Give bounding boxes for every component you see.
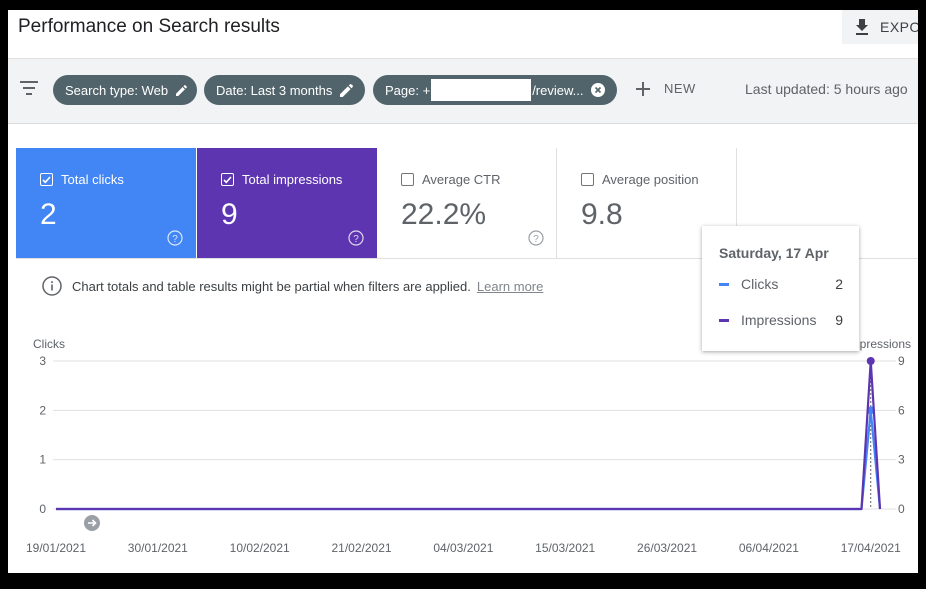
export-button[interactable]: EXPO — [842, 10, 918, 44]
page-title: Performance on Search results — [18, 16, 280, 37]
checkbox-unchecked-icon[interactable] — [581, 173, 594, 186]
y-right-tick-label: 0 — [898, 502, 905, 516]
metric-label: Average position — [602, 172, 699, 187]
filter-icon[interactable] — [20, 81, 38, 95]
notice-text: Chart totals and table results might be … — [72, 278, 471, 294]
partial-results-notice: Chart totals and table results might be … — [42, 276, 543, 296]
chip-label: Search type: Web — [65, 82, 169, 98]
info-icon — [42, 276, 62, 296]
chip-label-suffix: /review... — [532, 82, 584, 98]
y-right-tick-label: 9 — [898, 354, 905, 368]
tooltip-series-name: Clicks — [741, 276, 779, 292]
x-tick-label: 21/02/2021 — [331, 541, 391, 555]
y-left-tick-label: 1 — [39, 453, 46, 467]
x-tick-label: 06/04/2021 — [739, 541, 799, 555]
y-right-tick-label: 3 — [898, 453, 905, 467]
y-right-tick-label: 6 — [898, 403, 905, 417]
chip-label-prefix: Page: + — [385, 82, 431, 98]
help-icon[interactable]: ? — [528, 230, 544, 246]
export-label: EXPO — [880, 19, 918, 35]
metric-label-row: Average CTR — [401, 172, 501, 187]
y-left-tick-label: 0 — [39, 502, 46, 516]
new-filter-button[interactable]: NEW — [636, 81, 696, 96]
metric-card-average-ctr[interactable]: Average CTR 22.2% ? — [377, 148, 557, 258]
download-icon — [856, 19, 868, 35]
metric-card-total-impressions[interactable]: Total impressions 9 ? — [197, 148, 377, 258]
x-tick-label: 26/03/2021 — [637, 541, 697, 555]
svg-text:?: ? — [172, 234, 178, 245]
x-tick-label: 17/04/2021 — [841, 541, 901, 555]
annotation-marker-icon[interactable] — [84, 515, 100, 531]
metric-value: 2 — [40, 198, 57, 231]
svg-text:?: ? — [353, 234, 359, 245]
edit-icon[interactable] — [340, 83, 354, 97]
x-tick-label: 15/03/2021 — [535, 541, 595, 555]
edit-icon[interactable] — [176, 84, 187, 97]
y-axis-left-title: Clicks — [33, 337, 65, 351]
chart-tooltip: Saturday, 17 Apr Clicks 2 Impressions 9 — [702, 226, 859, 351]
tooltip-series-value: 2 — [835, 276, 843, 292]
page-chip[interactable]: Page: + /review... — [373, 75, 617, 105]
close-icon[interactable] — [591, 83, 606, 97]
last-updated-text: Last updated: 5 hours ago — [745, 81, 908, 97]
tooltip-series-name: Impressions — [741, 312, 817, 328]
tooltip-row-clicks: Clicks 2 — [719, 276, 843, 292]
metric-label-row: Total impressions — [221, 172, 342, 187]
metric-label: Total clicks — [61, 172, 124, 187]
x-tick-label: 30/01/2021 — [128, 541, 188, 555]
series-point-impressions — [866, 357, 875, 365]
y-left-tick-label: 2 — [39, 403, 46, 417]
search-type-chip[interactable]: Search type: Web — [53, 75, 197, 105]
performance-chart: Clicks Impressions3 92 61 30 019/01/2021 30/01… — [26, 337, 911, 555]
tooltip-row-impressions: Impressions 9 — [719, 312, 843, 328]
date-chip[interactable]: Date: Last 3 months — [204, 75, 365, 105]
y-left-tick-label: 3 — [39, 354, 46, 368]
new-label: NEW — [664, 81, 696, 96]
impressions-swatch — [719, 318, 729, 322]
redacted-block — [431, 79, 532, 101]
checkbox-checked-icon[interactable] — [221, 173, 234, 186]
checkbox-unchecked-icon[interactable] — [401, 173, 414, 186]
learn-more-link[interactable]: Learn more — [477, 279, 543, 294]
x-tick-label: 19/01/2021 — [26, 541, 86, 555]
x-tick-label: 04/03/2021 — [433, 541, 493, 555]
tooltip-date: Saturday, 17 Apr — [719, 245, 829, 261]
page-header: Performance on Search results EXPO — [8, 10, 918, 59]
plus-icon — [636, 81, 650, 96]
performance-panel: Performance on Search results EXPO Searc… — [8, 10, 918, 573]
metric-value: 9 — [221, 198, 238, 231]
svg-text:?: ? — [533, 234, 539, 245]
tooltip-series-value: 9 — [835, 312, 843, 328]
checkbox-checked-icon[interactable] — [40, 173, 53, 186]
metric-label-row: Average position — [581, 172, 699, 187]
help-icon[interactable]: ? — [167, 230, 183, 246]
clicks-swatch — [719, 282, 729, 286]
metric-value: 9.8 — [581, 198, 623, 231]
series-line-impressions — [56, 359, 882, 511]
filter-bar: Search type: Web Date: Last 3 months Pag… — [8, 59, 918, 124]
x-tick-label: 10/02/2021 — [230, 541, 290, 555]
chip-label: Date: Last 3 months — [216, 82, 333, 98]
metric-label: Total impressions — [242, 172, 343, 187]
metric-value: 22.2% — [401, 198, 487, 231]
metric-card-total-clicks[interactable]: Total clicks 2 ? — [16, 148, 196, 258]
metric-label-row: Total clicks — [40, 172, 124, 187]
metric-label: Average CTR — [422, 172, 501, 187]
help-icon[interactable]: ? — [348, 230, 364, 246]
